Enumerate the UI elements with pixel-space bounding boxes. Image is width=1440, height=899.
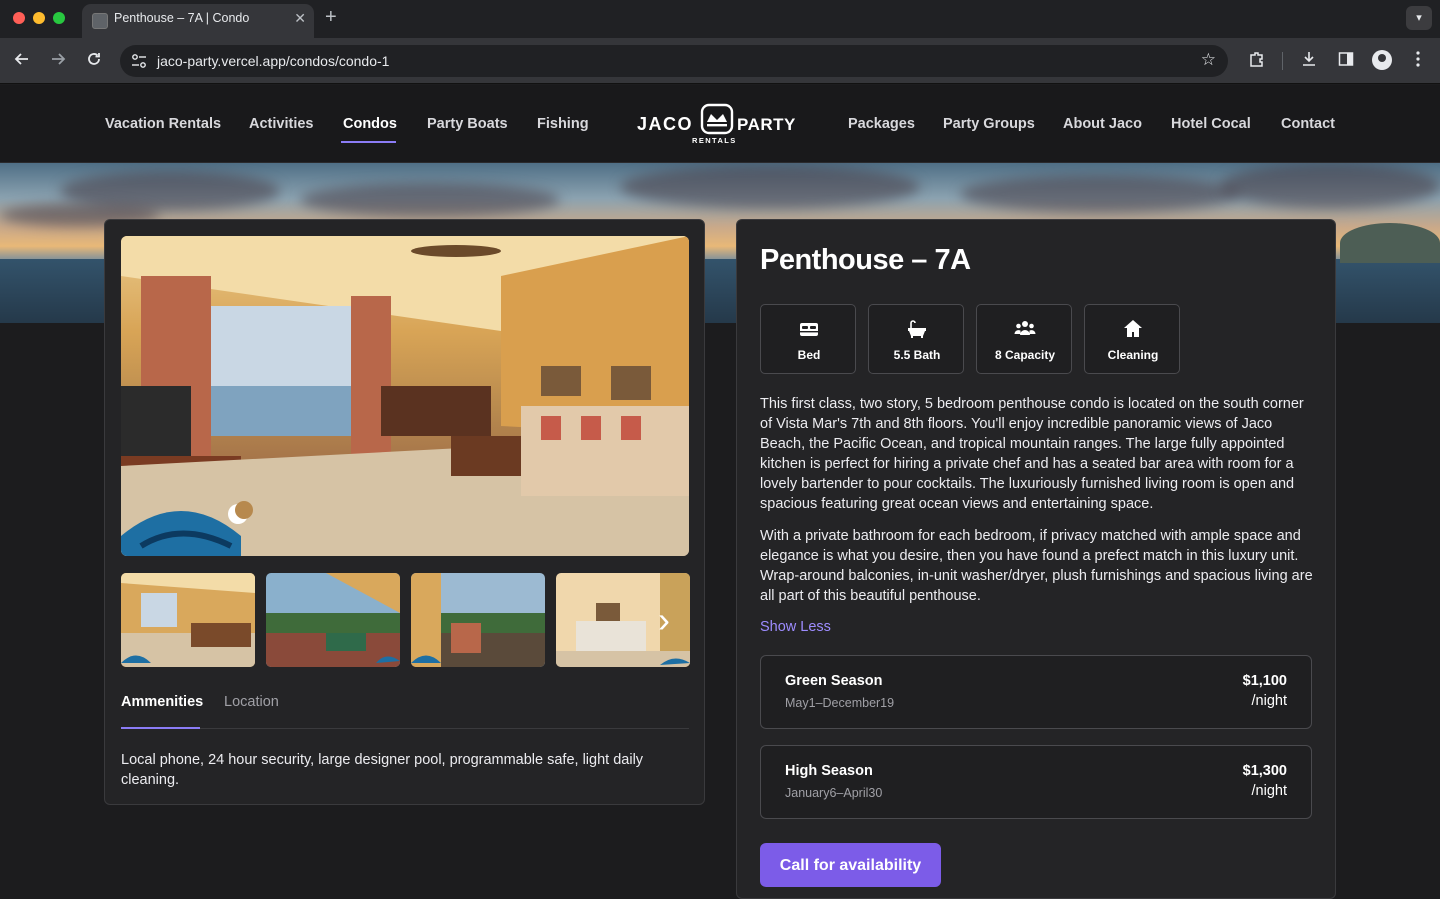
nav-link-fishing[interactable]: Fishing (537, 116, 589, 132)
jaco-party-logo[interactable]: JACO PARTY RENTALS (636, 102, 800, 146)
house-icon (1124, 320, 1142, 337)
season-price-unit: /night (1251, 693, 1287, 709)
download-icon[interactable] (1300, 50, 1318, 68)
feature-bath-label: 5.5 Bath (893, 348, 941, 362)
reload-icon[interactable] (85, 50, 103, 68)
tab-favicon-icon (92, 13, 108, 29)
profile-icon[interactable] (1372, 50, 1392, 70)
nav-link-activities[interactable]: Activities (249, 116, 313, 132)
site-navigation: Vacation Rentals Activities Condos Party… (0, 85, 1440, 163)
tab-close-icon[interactable]: ✕ (294, 10, 306, 27)
season-name: Green Season (785, 673, 883, 689)
tab-search-chevron-icon[interactable]: ▾ (1406, 6, 1432, 30)
gallery-card: › Ammenities Location Local phone, 24 ho… (104, 219, 705, 805)
listing-description-2: With a private bathroom for each bedroom… (760, 528, 1313, 604)
feature-bed: Bed (760, 304, 856, 374)
browser-tab-bar: Penthouse – 7A | Condo ✕ + ▾ (0, 0, 1440, 38)
forward-arrow-icon[interactable] (49, 50, 67, 68)
browser-tab-active[interactable]: Penthouse – 7A | Condo ✕ (82, 4, 314, 38)
season-price: $1,300 (1242, 763, 1287, 779)
tab-location[interactable]: Location (224, 694, 279, 710)
logo-word-rentals: RENTALS (692, 136, 737, 145)
season-price-unit: /night (1251, 783, 1287, 799)
nav-link-party-groups[interactable]: Party Groups (943, 116, 1035, 132)
show-less-link[interactable]: Show Less (760, 619, 831, 635)
gallery-thumbnail-3[interactable] (411, 573, 545, 667)
feature-bath: 5.5 Bath (868, 304, 964, 374)
amenities-text: Local phone, 24 hour security, large des… (121, 752, 644, 788)
main-listing-photo[interactable] (121, 236, 689, 556)
feature-capacity: 8 Capacity (976, 304, 1072, 374)
logo-crown-frame (700, 103, 734, 135)
window-close-button[interactable] (13, 12, 25, 24)
season-dates: May1–December19 (785, 696, 895, 710)
url-text: jaco-party.vercel.app/condos/condo-1 (157, 53, 390, 69)
tab-title: Penthouse – 7A | Condo (114, 11, 250, 25)
season-high: High Season January6–April30 $1,300 /nig… (760, 745, 1312, 819)
address-bar[interactable]: jaco-party.vercel.app/condos/condo-1 ☆ (120, 45, 1228, 77)
logo-word-jaco: JACO (637, 114, 693, 134)
listing-details-card: Penthouse – 7A Bed 5.5 Bath 8 Capacity C… (736, 219, 1336, 899)
feature-capacity-label: 8 Capacity (994, 348, 1056, 362)
gallery-thumbnail-1[interactable] (121, 573, 255, 667)
nav-link-contact[interactable]: Contact (1281, 116, 1335, 132)
season-price: $1,100 (1242, 673, 1287, 689)
feature-cleaning: Cleaning (1084, 304, 1180, 374)
logo-crown-icon (707, 114, 727, 122)
window-minimize-button[interactable] (33, 12, 45, 24)
bookmark-star-icon[interactable]: ☆ (1201, 50, 1216, 70)
bed-icon (800, 323, 818, 336)
listing-description-1: This first class, two story, 5 bedroom p… (760, 396, 1304, 512)
feature-cleaning-label: Cleaning (1107, 348, 1159, 362)
tabs-divider (121, 728, 689, 729)
nav-link-condos[interactable]: Condos (343, 116, 397, 132)
logo-crown-base (707, 124, 727, 127)
gallery-next-arrow-icon[interactable]: › (649, 600, 679, 640)
new-tab-button[interactable]: + (325, 6, 337, 29)
back-arrow-icon[interactable] (13, 50, 31, 68)
toolbar-divider (1282, 52, 1283, 70)
site-settings-icon[interactable] (130, 53, 148, 69)
side-panel-icon[interactable] (1337, 50, 1355, 68)
nav-link-vacation-rentals[interactable]: Vacation Rentals (105, 116, 221, 132)
nav-link-packages[interactable]: Packages (848, 116, 915, 132)
nav-active-indicator (341, 141, 396, 143)
browser-toolbar: jaco-party.vercel.app/condos/condo-1 ☆ (0, 38, 1440, 84)
season-name: High Season (785, 763, 873, 779)
feature-bed-label: Bed (797, 348, 821, 362)
window-maximize-button[interactable] (53, 12, 65, 24)
nav-link-about-jaco[interactable]: About Jaco (1063, 116, 1142, 132)
more-menu-icon[interactable] (1410, 50, 1426, 68)
nav-link-party-boats[interactable]: Party Boats (427, 116, 508, 132)
tab-amenities[interactable]: Ammenities (121, 694, 203, 710)
gallery-thumbnail-2[interactable] (266, 573, 400, 667)
people-group-icon (1014, 321, 1036, 335)
tab-active-indicator (121, 727, 200, 729)
extensions-icon[interactable] (1248, 50, 1266, 68)
living-room-illustration (121, 236, 689, 556)
logo-word-party: PARTY (737, 115, 796, 134)
season-dates: January6–April30 (785, 786, 883, 800)
season-green: Green Season May1–December19 $1,100 /nig… (760, 655, 1312, 729)
nav-link-hotel-cocal[interactable]: Hotel Cocal (1171, 116, 1251, 132)
call-for-availability-button[interactable]: Call for availability (760, 843, 941, 887)
bathtub-icon (908, 320, 926, 338)
listing-title: Penthouse – 7A (760, 244, 971, 276)
